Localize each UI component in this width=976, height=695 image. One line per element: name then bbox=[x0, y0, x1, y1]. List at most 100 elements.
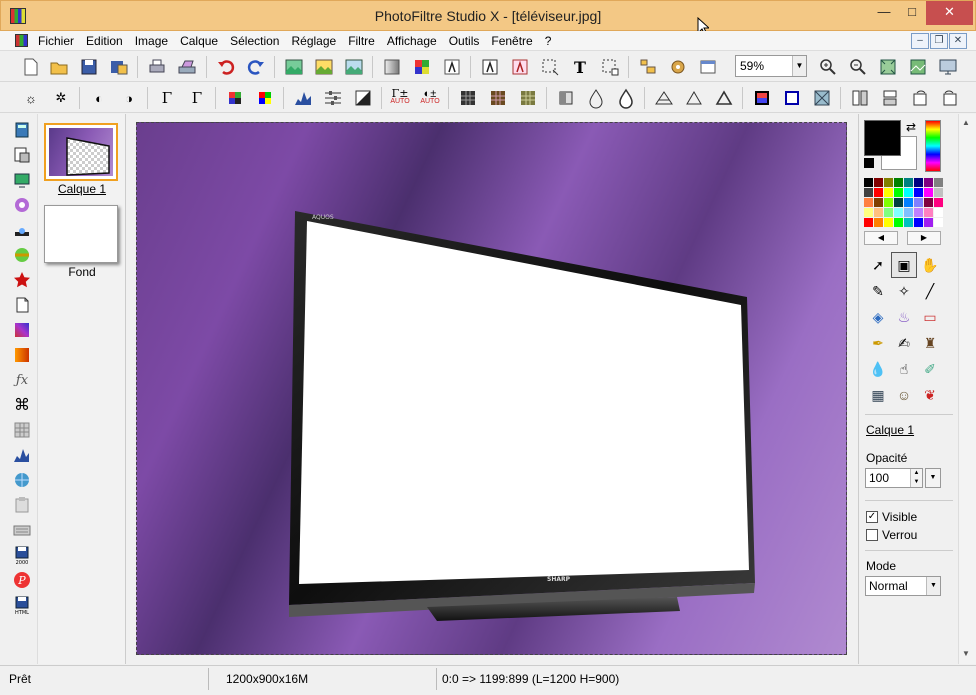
saturation-plus-icon[interactable] bbox=[254, 87, 276, 109]
palette-prev-button[interactable]: ◀ bbox=[864, 231, 898, 245]
palette-swatch[interactable] bbox=[924, 178, 933, 187]
layer-name-calque-1[interactable]: Calque 1 bbox=[38, 182, 126, 196]
close-button[interactable]: ✕ bbox=[926, 1, 973, 25]
paste-image-icon[interactable] bbox=[283, 56, 305, 78]
layer-name-fond[interactable]: Fond bbox=[38, 265, 126, 279]
menu-item-8[interactable]: Outils bbox=[449, 33, 488, 49]
opacity-spinner[interactable]: ▲ ▼ bbox=[910, 469, 922, 487]
browser-icon[interactable] bbox=[697, 56, 719, 78]
histogram-icon[interactable] bbox=[292, 87, 314, 109]
palette-swatch[interactable] bbox=[914, 198, 923, 207]
palette-swatch[interactable] bbox=[904, 218, 913, 227]
palette-swatch[interactable] bbox=[884, 218, 893, 227]
palette-swatch[interactable] bbox=[904, 198, 913, 207]
finger-icon[interactable]: ☝ bbox=[891, 356, 917, 382]
palette-swatch[interactable] bbox=[904, 188, 913, 197]
photofiltre-logo-icon[interactable]: P bbox=[12, 570, 32, 590]
auto-contrast-icon[interactable]: ◐± AUTO bbox=[419, 87, 441, 109]
swap-colors-icon[interactable]: ⇄ bbox=[906, 120, 916, 134]
save-icon[interactable] bbox=[78, 56, 100, 78]
palette-swatch[interactable] bbox=[864, 178, 873, 187]
zoom-select[interactable]: 59% ▼ bbox=[735, 55, 807, 77]
spray-icon[interactable]: ♨ bbox=[891, 304, 917, 330]
edges-icon[interactable] bbox=[683, 87, 705, 109]
layer-thumb-calque-1[interactable] bbox=[44, 123, 118, 181]
palette-swatch[interactable] bbox=[894, 208, 903, 217]
palette-swatch[interactable] bbox=[874, 188, 883, 197]
texture-icon[interactable] bbox=[517, 87, 539, 109]
minimize-button[interactable]: — bbox=[869, 1, 899, 25]
palette-swatch[interactable] bbox=[924, 208, 933, 217]
menu-item-0[interactable]: Fichier bbox=[38, 33, 82, 49]
palette-swatch[interactable] bbox=[884, 188, 893, 197]
layer-name-link[interactable]: Calque 1 bbox=[866, 423, 914, 437]
palette-swatch[interactable] bbox=[914, 208, 923, 217]
emboss-icon[interactable] bbox=[653, 87, 675, 109]
palette-swatch[interactable] bbox=[914, 218, 923, 227]
red-eye-icon[interactable] bbox=[12, 220, 32, 240]
text-tool-icon[interactable]: T bbox=[569, 56, 591, 78]
gamma-plus-icon[interactable]: Γ bbox=[186, 87, 208, 109]
document-icon[interactable] bbox=[15, 34, 28, 47]
palette-swatch[interactable] bbox=[924, 188, 933, 197]
menu-item-6[interactable]: Filtre bbox=[348, 33, 383, 49]
palette-swatch[interactable] bbox=[884, 198, 893, 207]
eraser-icon[interactable]: ▭ bbox=[917, 304, 943, 330]
levels-icon[interactable] bbox=[322, 87, 344, 109]
print-icon[interactable] bbox=[146, 56, 168, 78]
palette-swatch[interactable] bbox=[874, 178, 883, 187]
transform-icon[interactable] bbox=[599, 56, 621, 78]
palette-swatch[interactable] bbox=[894, 198, 903, 207]
gradient-stripes-icon[interactable] bbox=[12, 320, 32, 340]
menu-item-7[interactable]: Affichage bbox=[387, 33, 445, 49]
menu-item-1[interactable]: Edition bbox=[86, 33, 131, 49]
clipboard-icon[interactable] bbox=[12, 495, 32, 515]
palette-swatch[interactable] bbox=[894, 188, 903, 197]
menu-item-9[interactable]: Fenêtre bbox=[491, 33, 540, 49]
display-icon[interactable] bbox=[12, 170, 32, 190]
palette-swatch[interactable] bbox=[894, 218, 903, 227]
zoom-in-icon[interactable] bbox=[817, 56, 839, 78]
opacity-input[interactable]: 100 ▲ ▼ bbox=[865, 468, 923, 488]
contrast-plus-icon[interactable]: ◑ bbox=[118, 87, 140, 109]
eyedropper-icon[interactable]: ✎ bbox=[865, 278, 891, 304]
palette-swatch[interactable] bbox=[884, 178, 893, 187]
reset-colors-icon[interactable] bbox=[864, 158, 874, 168]
save-2000-icon[interactable]: 2000 bbox=[12, 545, 32, 565]
sepia-mosaic-icon[interactable] bbox=[487, 87, 509, 109]
mdi-close-button[interactable]: ✕ bbox=[949, 33, 967, 49]
page-icon[interactable] bbox=[12, 295, 32, 315]
gradient-orange-icon[interactable] bbox=[12, 345, 32, 365]
fullscreen-icon[interactable] bbox=[937, 56, 959, 78]
palette-swatch[interactable] bbox=[904, 208, 913, 217]
palette-swatch[interactable] bbox=[914, 188, 923, 197]
palette-swatch[interactable] bbox=[874, 208, 883, 217]
palette-swatch[interactable] bbox=[934, 218, 943, 227]
pointer-tool-icon[interactable]: ➚ bbox=[865, 252, 891, 278]
contrast-minus-icon[interactable]: ◐ bbox=[88, 87, 110, 109]
image-canvas[interactable]: AQUOS SHARP bbox=[136, 122, 847, 655]
palette-swatch[interactable] bbox=[864, 188, 873, 197]
contour-icon[interactable] bbox=[713, 87, 735, 109]
menu-item-2[interactable]: Image bbox=[135, 33, 176, 49]
palette-next-button[interactable]: ▶ bbox=[907, 231, 941, 245]
palette-swatch[interactable] bbox=[934, 188, 943, 197]
gradient-frame-icon[interactable] bbox=[781, 87, 803, 109]
palette-swatch[interactable] bbox=[934, 198, 943, 207]
portrait-icon[interactable]: ☺ bbox=[891, 382, 917, 408]
command-icon[interactable]: ⌘ bbox=[12, 395, 32, 415]
paint-bucket-icon[interactable]: ◈ bbox=[865, 304, 891, 330]
actual-size-icon[interactable] bbox=[907, 56, 929, 78]
palette-swatch[interactable] bbox=[934, 208, 943, 217]
new-file-icon[interactable] bbox=[20, 56, 42, 78]
saturation-minus-icon[interactable] bbox=[224, 87, 246, 109]
sphere-icon[interactable] bbox=[12, 245, 32, 265]
layer-thumb-fond[interactable] bbox=[44, 205, 118, 263]
palette-swatch[interactable] bbox=[864, 198, 873, 207]
menu-item-5[interactable]: Réglage bbox=[291, 33, 344, 49]
gradient-icon[interactable] bbox=[381, 56, 403, 78]
menu-item-10[interactable]: ? bbox=[545, 33, 560, 49]
palette-swatch[interactable] bbox=[864, 208, 873, 217]
palette-swatch[interactable] bbox=[914, 178, 923, 187]
menu-item-4[interactable]: Sélection bbox=[230, 33, 287, 49]
